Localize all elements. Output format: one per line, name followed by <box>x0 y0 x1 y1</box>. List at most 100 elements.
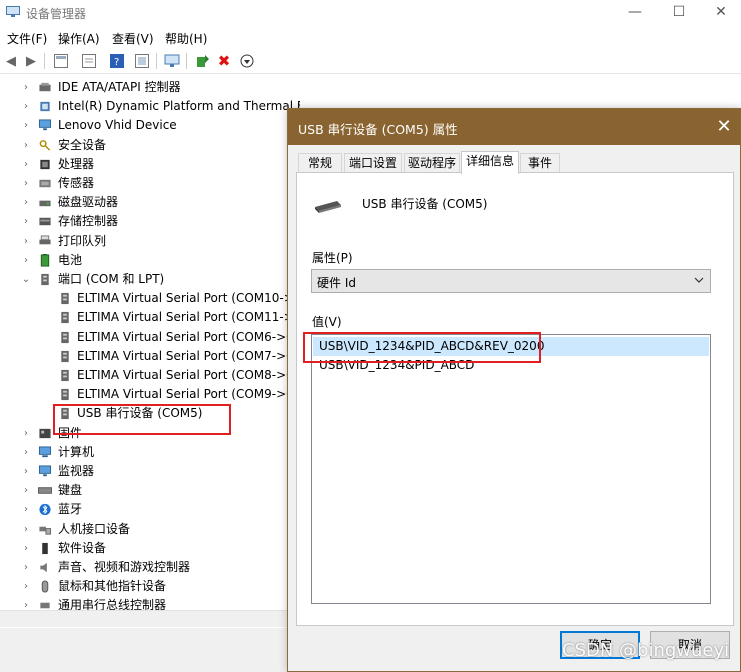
menu-help[interactable]: 帮助(H) <box>165 30 207 47</box>
svg-text:?: ? <box>114 57 119 68</box>
tree-child-item[interactable]: ELTIMA Virtual Serial Port (COM9->C <box>0 385 300 404</box>
dialog-title-bar: USB 串行设备 (COM5) 属性 ✕ <box>288 109 740 145</box>
property-dropdown-value: 硬件 Id <box>317 276 356 290</box>
value-label: 值(V) <box>312 315 342 329</box>
window-title: 设备管理器 <box>26 7 87 21</box>
tree-item-label: 端口 (COM 和 LPT) <box>58 272 165 286</box>
dialog-close-button[interactable]: ✕ <box>712 115 736 139</box>
tree-category[interactable]: › 键盘 <box>0 481 300 500</box>
tab-general[interactable]: 常规 <box>298 153 342 173</box>
tree-category[interactable]: › 存储控制器 <box>0 212 300 231</box>
watermark: CSDN @bingwueyi <box>562 640 730 661</box>
help-pane-icon[interactable] <box>80 52 98 70</box>
forward-icon[interactable]: ▶ <box>22 52 40 70</box>
chevron-right-icon[interactable]: › <box>21 558 31 577</box>
chevron-right-icon[interactable]: › <box>21 232 31 251</box>
tree-category[interactable]: › 软件设备 <box>0 539 300 558</box>
menu-action[interactable]: 操作(A) <box>58 30 100 47</box>
chevron-right-icon[interactable]: › <box>21 424 31 443</box>
tree-category[interactable]: › 电池 <box>0 251 300 270</box>
tree-category[interactable]: › 声音、视频和游戏控制器 <box>0 558 300 577</box>
chevron-right-icon[interactable]: › <box>21 136 31 155</box>
uninstall-icon[interactable]: ✖ <box>215 52 233 70</box>
chevron-right-icon[interactable]: › <box>21 481 31 500</box>
chevron-right-icon[interactable]: › <box>21 78 31 97</box>
enable-device-icon[interactable] <box>238 52 256 70</box>
tree-child-item[interactable]: ELTIMA Virtual Serial Port (COM11->C <box>0 308 300 327</box>
chevron-right-icon[interactable]: › <box>21 193 31 212</box>
horizontal-scrollbar[interactable] <box>0 610 290 627</box>
scan-hardware-icon[interactable] <box>163 52 181 70</box>
software-icon <box>42 542 48 554</box>
tree-child-item[interactable]: ELTIMA Virtual Serial Port (COM7->C <box>0 347 300 366</box>
value-list[interactable]: USB\VID_1234&PID_ABCD&REV_0200 USB\VID_1… <box>311 334 711 604</box>
tab-details[interactable]: 详细信息 <box>461 151 519 174</box>
tree-category[interactable]: › 通用串行总线控制器 <box>0 596 300 610</box>
tree-item-label: 键盘 <box>58 483 83 498</box>
tree-category[interactable]: ⌄ 端口 (COM 和 LPT) <box>0 270 300 289</box>
properties-icon[interactable] <box>52 52 70 70</box>
tree-item-label: 蓝牙 <box>58 502 83 517</box>
details-panel: USB 串行设备 (COM5) 属性(P) 硬件 Id 值(V) USB\VID… <box>296 172 734 626</box>
tree-child-item[interactable]: ELTIMA Virtual Serial Port (COM8->C <box>0 366 300 385</box>
tree-item-label: 打印队列 <box>58 233 107 248</box>
chevron-right-icon[interactable]: › <box>21 251 31 270</box>
tree-item-label: 传感器 <box>58 176 95 190</box>
menu-view[interactable]: 查看(V) <box>112 30 154 47</box>
view-icon[interactable] <box>133 52 151 70</box>
chevron-right-icon[interactable]: › <box>21 212 31 231</box>
tree-item-label: 声音、视频和游戏控制器 <box>58 560 191 574</box>
maximize-button[interactable]: ☐ <box>656 2 702 24</box>
menu-file[interactable]: 文件(F) <box>7 30 47 47</box>
tree-category[interactable]: › 处理器 <box>0 155 300 174</box>
tree-item-label: ELTIMA Virtual Serial Port (COM9->C <box>77 387 295 402</box>
chevron-right-icon[interactable]: › <box>21 155 31 174</box>
menu-bar: 文件(F) 操作(A) 查看(V) 帮助(H) <box>0 26 741 48</box>
chevron-right-icon[interactable]: › <box>21 539 31 558</box>
tab-port-settings[interactable]: 端口设置 <box>344 153 402 173</box>
bluetooth-icon <box>39 504 51 516</box>
tree-child-item[interactable]: ELTIMA Virtual Serial Port (COM6->C <box>0 328 300 347</box>
tree-category[interactable]: › IDE ATA/ATAPI 控制器 <box>0 78 300 97</box>
chevron-right-icon[interactable]: › <box>21 174 31 193</box>
update-driver-icon[interactable] <box>194 52 212 70</box>
chevron-right-icon[interactable]: › <box>21 596 31 610</box>
firmware-icon <box>39 428 51 438</box>
chevron-right-icon[interactable]: › <box>21 577 31 596</box>
computer-icon <box>38 446 52 457</box>
tree-child-item[interactable]: ELTIMA Virtual Serial Port (COM10->C <box>0 289 300 308</box>
chevron-down-icon[interactable]: ⌄ <box>21 270 31 289</box>
tab-events[interactable]: 事件 <box>520 153 560 173</box>
tab-driver[interactable]: 驱动程序 <box>404 153 460 173</box>
minimize-button[interactable]: — <box>612 2 658 24</box>
tree-category[interactable]: › Lenovo Vhid Device <box>0 116 300 135</box>
chevron-right-icon[interactable]: › <box>21 116 31 135</box>
chevron-right-icon[interactable]: › <box>21 443 31 462</box>
chevron-right-icon[interactable]: › <box>21 462 31 481</box>
tree-item-label: 通用串行总线控制器 <box>58 598 167 610</box>
chip-icon <box>40 102 50 112</box>
tree-category[interactable]: › 鼠标和其他指针设备 <box>0 577 300 596</box>
port-icon <box>61 312 69 324</box>
property-dropdown[interactable]: 硬件 Id <box>311 269 711 293</box>
port-icon <box>61 369 69 382</box>
status-bar <box>0 628 290 672</box>
help-icon[interactable]: ? <box>108 52 126 70</box>
port-icon <box>61 350 69 362</box>
tree-category[interactable]: › 传感器 <box>0 174 300 193</box>
tree-category[interactable]: › 打印队列 <box>0 232 300 251</box>
close-button[interactable]: ✕ <box>698 2 741 24</box>
back-icon[interactable]: ◀ <box>2 52 20 70</box>
tree-category[interactable]: › 磁盘驱动器 <box>0 193 300 212</box>
tree-category[interactable]: › Intel(R) Dynamic Platform and Thermal F… <box>0 97 300 116</box>
mouse-icon <box>41 580 49 593</box>
tree-category[interactable]: › 计算机 <box>0 443 300 462</box>
keyboard-icon <box>38 487 52 494</box>
tree-category[interactable]: › 人机接口设备 <box>0 520 300 539</box>
tree-category[interactable]: › 安全设备 <box>0 136 300 155</box>
chevron-right-icon[interactable]: › <box>21 500 31 519</box>
chevron-right-icon[interactable]: › <box>21 520 31 539</box>
tree-category[interactable]: › 监视器 <box>0 462 300 481</box>
chevron-right-icon[interactable]: › <box>21 97 31 116</box>
tree-category[interactable]: › 蓝牙 <box>0 500 300 519</box>
